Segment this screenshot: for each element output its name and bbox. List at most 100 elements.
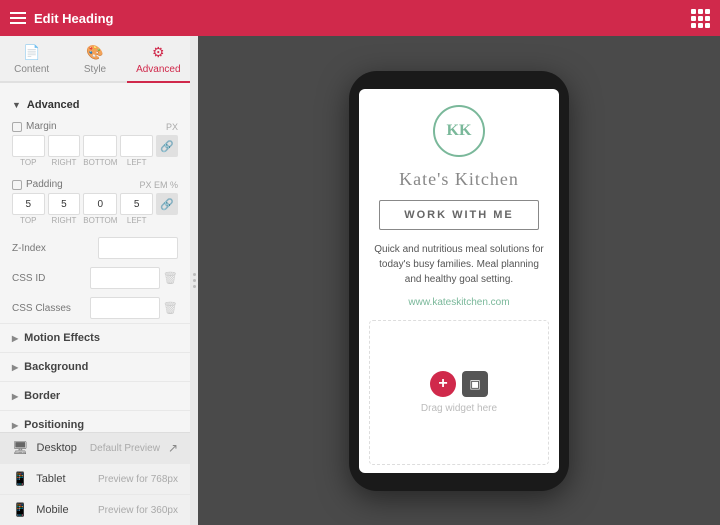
padding-label: Padding xyxy=(26,179,63,190)
description-text: Quick and nutritious meal solutions for … xyxy=(371,242,547,287)
cssclasses-row: CSS Classes 🗑 xyxy=(0,293,190,323)
margin-top-cell: TOP xyxy=(12,135,45,167)
margin-bottom-cell: BOTTOM xyxy=(83,135,117,167)
device-tablet[interactable]: 📱 Tablet Preview for 768px xyxy=(0,463,190,494)
tablet-preview: Preview for 768px xyxy=(98,474,178,485)
advanced-icon: ⚙ xyxy=(152,44,165,61)
background-label: Background xyxy=(24,361,88,373)
advanced-section-header: ▼ Advanced xyxy=(0,93,190,117)
margin-inputs-wrap: TOP RIGHT BOTTOM LEFT xyxy=(12,135,178,167)
cssid-delete-icon[interactable]: 🗑 xyxy=(163,271,178,285)
style-icon: 🎨 xyxy=(86,44,103,61)
resize-handle-dots xyxy=(193,273,196,288)
tablet-label: Tablet xyxy=(36,473,90,485)
margin-bottom-input[interactable] xyxy=(83,135,117,157)
resize-handle[interactable] xyxy=(190,36,198,525)
desktop-cursor-icon: ↗ xyxy=(168,441,178,455)
drag-widget-button[interactable]: ▣ xyxy=(462,371,488,397)
drag-widget-text: Drag widget here xyxy=(421,403,497,414)
drag-add-button[interactable]: + xyxy=(430,371,456,397)
padding-badge: PX EM % xyxy=(139,180,178,190)
border-header[interactable]: ▶ Border xyxy=(0,382,190,410)
logo-text: KK xyxy=(447,122,472,140)
padding-link-button[interactable]: 🔗 xyxy=(156,193,178,215)
cssid-input[interactable] xyxy=(90,267,160,289)
background-section: ▶ Background xyxy=(0,352,190,381)
motion-effects-label: Motion Effects xyxy=(24,332,100,344)
padding-inputs-wrap: 5 TOP 5 RIGHT 0 BOTTOM 5 xyxy=(12,193,178,225)
tab-style-label: Style xyxy=(84,64,106,75)
cssid-row: CSS ID 🗑 xyxy=(0,263,190,293)
tab-advanced[interactable]: ⚙ Advanced xyxy=(127,36,190,83)
logo-circle: KK xyxy=(433,105,485,157)
tab-style[interactable]: 🎨 Style xyxy=(63,36,126,83)
desktop-label: Desktop xyxy=(37,442,82,454)
border-arrow: ▶ xyxy=(12,392,18,401)
drag-widget-icons: + ▣ xyxy=(430,371,488,397)
cssid-label: CSS ID xyxy=(12,273,45,284)
sidebar-tabs: 📄 Content 🎨 Style ⚙ Advanced xyxy=(0,36,190,83)
padding-left-cell: 5 LEFT xyxy=(120,193,153,225)
padding-label-row: Padding PX EM % xyxy=(12,179,178,190)
margin-right-input[interactable] xyxy=(48,135,81,157)
margin-left-cell: LEFT xyxy=(120,135,153,167)
mobile-icon: 📱 xyxy=(12,502,28,518)
desktop-preview: Default Preview xyxy=(90,443,160,454)
device-desktop[interactable]: 🖥 Desktop Default Preview ↗ xyxy=(0,433,190,463)
motion-effects-header[interactable]: ▶ Motion Effects xyxy=(0,324,190,352)
padding-checkbox[interactable] xyxy=(12,180,22,190)
tab-advanced-label: Advanced xyxy=(136,64,180,75)
border-section: ▶ Border xyxy=(0,381,190,410)
website-link[interactable]: www.kateskitchen.com xyxy=(359,297,559,308)
padding-group: Padding PX EM % 5 TOP 5 RIGHT xyxy=(0,175,190,229)
cssclasses-delete-icon[interactable]: 🗑 xyxy=(163,301,178,315)
phone-header: KK xyxy=(359,89,559,165)
tab-content[interactable]: 📄 Content xyxy=(0,36,63,83)
brand-name: Kate's Kitchen xyxy=(359,165,559,194)
margin-inputs: TOP RIGHT BOTTOM LEFT xyxy=(12,135,153,167)
positioning-arrow: ▶ xyxy=(12,421,18,430)
padding-left-input[interactable]: 5 xyxy=(120,193,153,215)
margin-group: Margin PX TOP RIGHT xyxy=(0,117,190,171)
phone-screen: KK Kate's Kitchen WORK WITH ME Quick and… xyxy=(359,89,559,473)
sidebar: 📄 Content 🎨 Style ⚙ Advanced ▼ Advanced xyxy=(0,36,190,525)
mobile-preview: Preview for 360px xyxy=(98,505,178,516)
zindex-input[interactable] xyxy=(98,237,178,259)
padding-right-cell: 5 RIGHT xyxy=(48,193,81,225)
positioning-header[interactable]: ▶ Positioning xyxy=(0,411,190,432)
padding-right-input[interactable]: 5 xyxy=(48,193,81,215)
margin-checkbox[interactable] xyxy=(12,122,22,132)
device-mobile[interactable]: 📱 Mobile Preview for 360px xyxy=(0,494,190,525)
canvas-area: KK Kate's Kitchen WORK WITH ME Quick and… xyxy=(198,36,720,525)
margin-right-cell: RIGHT xyxy=(48,135,81,167)
cssclasses-label: CSS Classes xyxy=(12,303,71,314)
background-header[interactable]: ▶ Background xyxy=(0,353,190,381)
cssclasses-input[interactable] xyxy=(90,297,160,319)
top-bar: Edit Heading xyxy=(0,0,720,36)
mobile-label: Mobile xyxy=(36,504,90,516)
padding-bottom-cell: 0 BOTTOM xyxy=(83,193,117,225)
top-bar-title: Edit Heading xyxy=(34,11,113,26)
padding-bottom-input[interactable]: 0 xyxy=(83,193,117,215)
cssid-input-wrap: 🗑 xyxy=(90,267,178,289)
device-bar: 🖥 Desktop Default Preview ↗ 📱 Tablet Pre… xyxy=(0,432,190,525)
margin-link-button[interactable]: 🔗 xyxy=(156,135,178,157)
tablet-icon: 📱 xyxy=(12,471,28,487)
main-content: 📄 Content 🎨 Style ⚙ Advanced ▼ Advanced xyxy=(0,36,720,525)
top-bar-left: Edit Heading xyxy=(10,11,113,26)
padding-inputs: 5 TOP 5 RIGHT 0 BOTTOM 5 xyxy=(12,193,153,225)
cta-button[interactable]: WORK WITH ME xyxy=(379,200,539,230)
padding-top-cell: 5 TOP xyxy=(12,193,45,225)
margin-top-input[interactable] xyxy=(12,135,45,157)
margin-left-input[interactable] xyxy=(120,135,153,157)
positioning-label: Positioning xyxy=(24,419,84,431)
padding-top-input[interactable]: 5 xyxy=(12,193,45,215)
advanced-label: Advanced xyxy=(27,99,80,111)
border-label: Border xyxy=(24,390,60,402)
grid-apps-icon[interactable] xyxy=(691,9,710,28)
content-icon: 📄 xyxy=(23,44,40,61)
margin-label: Margin xyxy=(26,121,57,132)
advanced-arrow: ▼ xyxy=(12,100,21,110)
drag-widget-area[interactable]: + ▣ Drag widget here xyxy=(369,320,549,465)
hamburger-icon[interactable] xyxy=(10,12,26,24)
